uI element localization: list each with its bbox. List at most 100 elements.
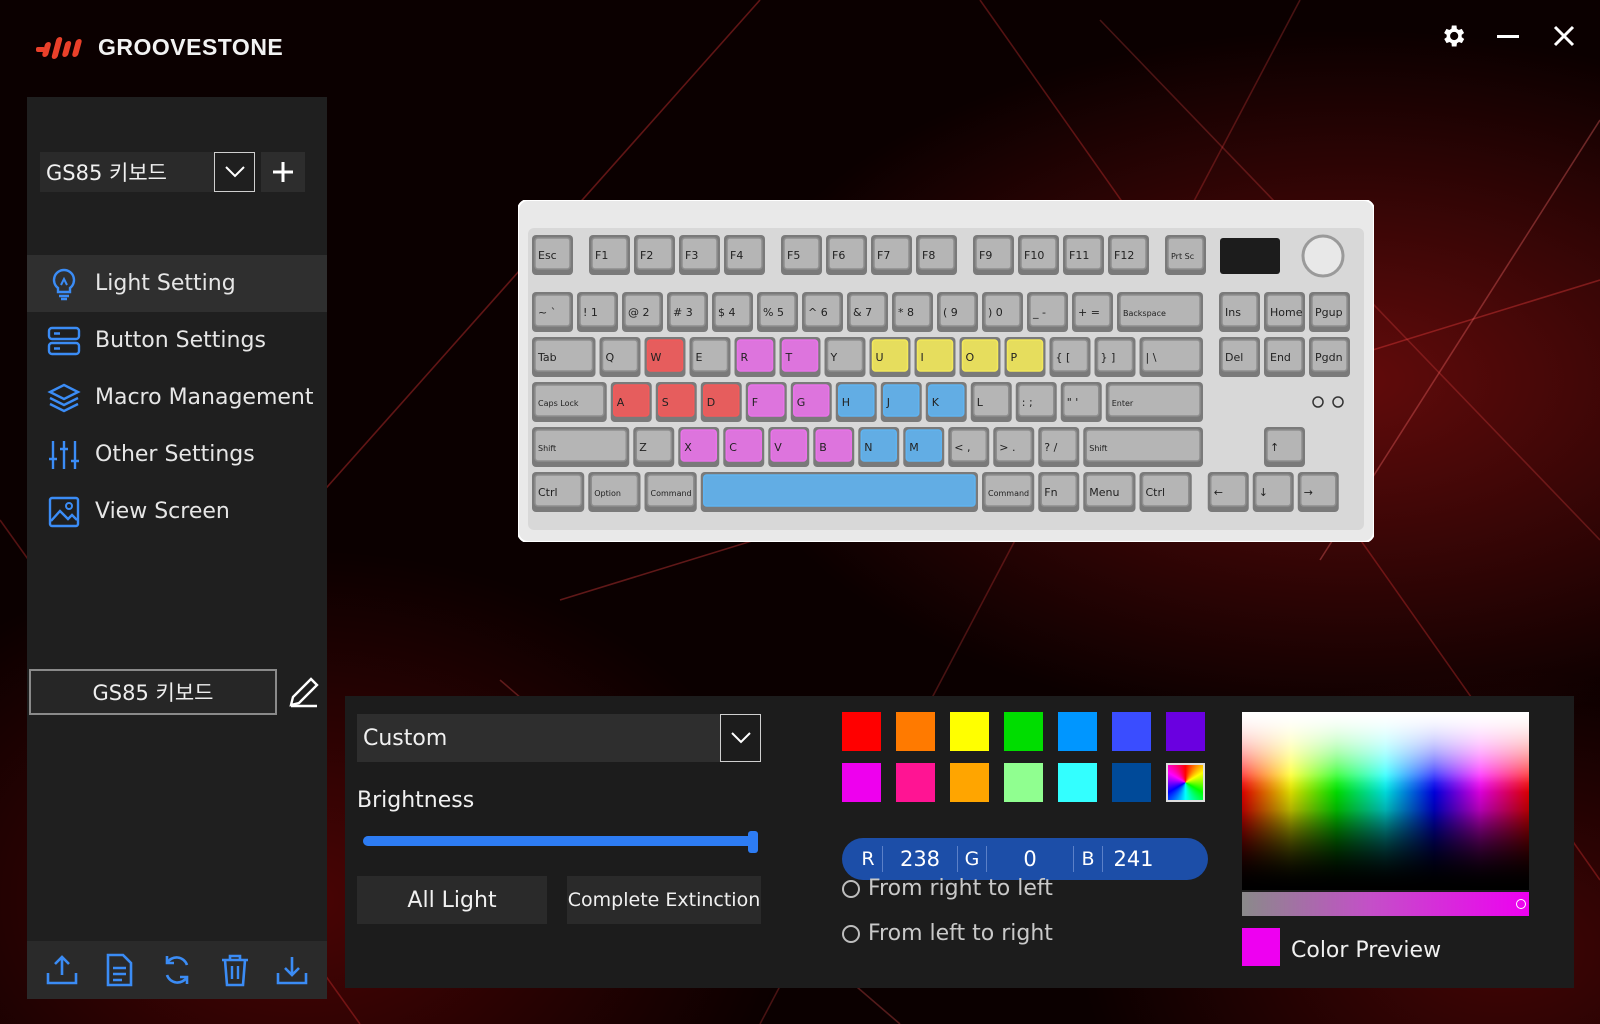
- keycap[interactable]: T: [779, 337, 821, 377]
- keycap[interactable]: V: [768, 427, 810, 467]
- keycap[interactable]: F7: [871, 235, 912, 275]
- color-swatch[interactable]: [1004, 763, 1043, 802]
- keycap[interactable]: F8: [916, 235, 957, 275]
- keycap[interactable]: { [: [1049, 337, 1091, 377]
- keycap[interactable]: ! 1: [577, 292, 618, 332]
- keycap[interactable]: F5: [781, 235, 822, 275]
- color-swatch[interactable]: [1058, 763, 1097, 802]
- brightness-slider[interactable]: [363, 831, 758, 853]
- keycap[interactable]: L: [970, 382, 1012, 422]
- keycap[interactable]: Command: [982, 472, 1035, 512]
- keycap[interactable]: | \: [1139, 337, 1204, 377]
- direction-ltr-option[interactable]: From left to right: [842, 921, 1053, 946]
- keycap[interactable]: B: [813, 427, 855, 467]
- keycap[interactable]: Shift: [532, 427, 630, 467]
- keycap[interactable]: Z: [633, 427, 675, 467]
- keycap[interactable]: Ctrl: [532, 472, 585, 512]
- keycap[interactable]: M: [903, 427, 945, 467]
- keycap[interactable]: Fn: [1038, 472, 1080, 512]
- keycap[interactable]: ^ 6: [802, 292, 843, 332]
- keycap[interactable]: Tab: [532, 337, 596, 377]
- keycap[interactable]: Ins: [1219, 292, 1260, 332]
- color-picker-bar-thumb[interactable]: [1516, 899, 1526, 909]
- keycap[interactable]: F4: [724, 235, 765, 275]
- keycap[interactable]: X: [678, 427, 720, 467]
- sidebar-item-view-screen[interactable]: View Screen: [27, 483, 327, 540]
- radio-ltr[interactable]: [842, 924, 860, 943]
- keycap[interactable]: Menu: [1083, 472, 1136, 512]
- add-device-button[interactable]: [261, 152, 305, 192]
- delete-profile-button[interactable]: [215, 950, 255, 990]
- keycap[interactable]: W: [644, 337, 686, 377]
- keycap[interactable]: Ctrl: [1139, 472, 1192, 512]
- keycap[interactable]: * 8: [892, 292, 933, 332]
- keycap[interactable]: Enter: [1105, 382, 1203, 422]
- color-swatch[interactable]: [842, 712, 881, 751]
- color-picker-bar[interactable]: [1242, 892, 1529, 916]
- color-swatch[interactable]: [950, 763, 989, 802]
- reset-button[interactable]: [157, 950, 197, 990]
- radio-rtl[interactable]: [842, 879, 860, 898]
- keycap[interactable]: I: [914, 337, 956, 377]
- keycap[interactable]: Backspace: [1117, 292, 1203, 332]
- keycap[interactable]: E: [689, 337, 731, 377]
- keycap[interactable]: F3: [679, 235, 720, 275]
- keycap[interactable]: F1: [589, 235, 630, 275]
- keycap[interactable]: ? /: [1038, 427, 1080, 467]
- keycap[interactable]: H: [835, 382, 877, 422]
- color-swatch[interactable]: [1166, 712, 1205, 751]
- keycap[interactable]: + =: [1072, 292, 1113, 332]
- keycap[interactable]: O: [959, 337, 1001, 377]
- color-swatch[interactable]: [1112, 712, 1151, 751]
- keycap[interactable]: F12: [1108, 235, 1149, 275]
- keycap[interactable]: R: [734, 337, 776, 377]
- keycap[interactable]: > .: [993, 427, 1035, 467]
- keycap[interactable]: Prt Sc: [1165, 235, 1206, 275]
- sidebar-item-button-settings[interactable]: Button Settings: [27, 312, 327, 369]
- keycap[interactable]: & 7: [847, 292, 888, 332]
- keycap[interactable]: # 3: [667, 292, 708, 332]
- keycap[interactable]: Pgdn: [1309, 337, 1350, 377]
- keycap[interactable]: ~ `: [532, 292, 573, 332]
- light-mode-select[interactable]: Custom: [357, 714, 761, 762]
- color-swatch[interactable]: [842, 763, 881, 802]
- sidebar-item-light-setting[interactable]: Light Setting: [27, 255, 327, 312]
- device-dropdown-button[interactable]: [214, 152, 255, 192]
- keycap[interactable]: $ 4: [712, 292, 753, 332]
- keycap[interactable]: F: [745, 382, 787, 422]
- keycap[interactable]: C: [723, 427, 765, 467]
- keycap[interactable]: ↓: [1252, 472, 1294, 512]
- keycap[interactable]: [700, 472, 978, 512]
- b-value-input[interactable]: 241: [1102, 846, 1164, 872]
- keycap[interactable]: @ 2: [622, 292, 663, 332]
- close-button[interactable]: [1546, 18, 1582, 54]
- keycap[interactable]: J: [880, 382, 922, 422]
- keycap[interactable]: F9: [973, 235, 1014, 275]
- keycap[interactable]: ) 0: [982, 292, 1023, 332]
- keycap[interactable]: F6: [826, 235, 867, 275]
- keycap[interactable]: Esc: [532, 235, 573, 275]
- brightness-slider-thumb[interactable]: [748, 831, 758, 853]
- new-profile-button[interactable]: [99, 950, 139, 990]
- keycap[interactable]: F2: [634, 235, 675, 275]
- color-swatch[interactable]: [896, 763, 935, 802]
- g-value-input[interactable]: 0: [986, 846, 1074, 872]
- light-mode-dropdown-button[interactable]: [720, 714, 761, 762]
- keycap[interactable]: Caps Lock: [532, 382, 607, 422]
- device-select[interactable]: GS85 키보드: [40, 152, 255, 192]
- keycap[interactable]: Shift: [1083, 427, 1203, 467]
- keycap[interactable]: Q: [599, 337, 641, 377]
- custom-color-swatch[interactable]: [1166, 763, 1205, 802]
- keycap[interactable]: Option: [588, 472, 641, 512]
- color-swatch[interactable]: [1112, 763, 1151, 802]
- keycap[interactable]: ↑: [1264, 427, 1305, 467]
- all-light-button[interactable]: All Light: [357, 876, 547, 924]
- keycap[interactable]: End: [1264, 337, 1305, 377]
- color-swatch[interactable]: [1058, 712, 1097, 751]
- keycap[interactable]: U: [869, 337, 911, 377]
- keycap[interactable]: " ': [1060, 382, 1102, 422]
- keycap[interactable]: F11: [1063, 235, 1104, 275]
- complete-extinction-button[interactable]: Complete Extinction: [567, 876, 761, 924]
- sidebar-item-macro-management[interactable]: Macro Management: [27, 369, 327, 426]
- direction-rtl-option[interactable]: From right to left: [842, 876, 1053, 901]
